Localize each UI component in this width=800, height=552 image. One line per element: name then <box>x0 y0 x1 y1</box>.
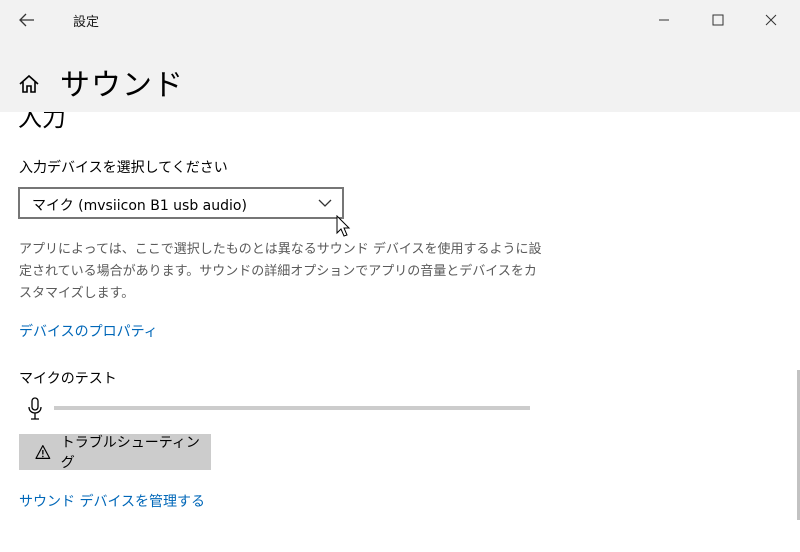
page-title: サウンド <box>60 68 184 103</box>
dropdown-selected-value: マイク (mvsiicon B1 usb audio) <box>32 198 247 214</box>
maximize-button[interactable] <box>695 4 741 36</box>
input-device-dropdown[interactable]: マイク (mvsiicon B1 usb audio) <box>18 187 344 219</box>
warning-icon <box>35 445 51 459</box>
device-properties-link[interactable]: デバイスのプロパティ <box>19 321 158 341</box>
input-device-label: 入力デバイスを選択してください <box>19 160 228 176</box>
chevron-down-icon <box>318 199 332 207</box>
maximize-icon <box>712 14 724 26</box>
manage-sound-devices-link[interactable]: サウンド デバイスを管理する <box>19 491 205 511</box>
app-title: 設定 <box>73 15 100 30</box>
back-button[interactable] <box>10 6 44 34</box>
close-button[interactable] <box>748 4 794 36</box>
minimize-button[interactable] <box>641 4 687 36</box>
section-heading-input: 入力 <box>18 112 66 132</box>
main-content: 入力 入力デバイスを選択してください マイク (mvsiicon B1 usb … <box>0 112 800 552</box>
mic-level-meter <box>54 406 530 410</box>
back-arrow-icon <box>19 13 34 27</box>
mouse-cursor-icon <box>336 215 351 237</box>
troubleshoot-button[interactable]: トラブルシューティング <box>19 434 211 471</box>
troubleshoot-label: トラブルシューティング <box>60 435 200 471</box>
microphone-icon <box>28 397 42 420</box>
mic-test-label: マイクのテスト <box>19 371 117 387</box>
home-icon[interactable] <box>18 73 40 95</box>
device-description: アプリによっては、ここで選択したものとは異なるサウンド デバイスを使用するように… <box>19 242 542 301</box>
title-bar: 設定 <box>0 0 800 40</box>
minimize-icon <box>659 19 669 21</box>
page-header: サウンド <box>0 40 800 112</box>
close-icon <box>765 14 777 26</box>
